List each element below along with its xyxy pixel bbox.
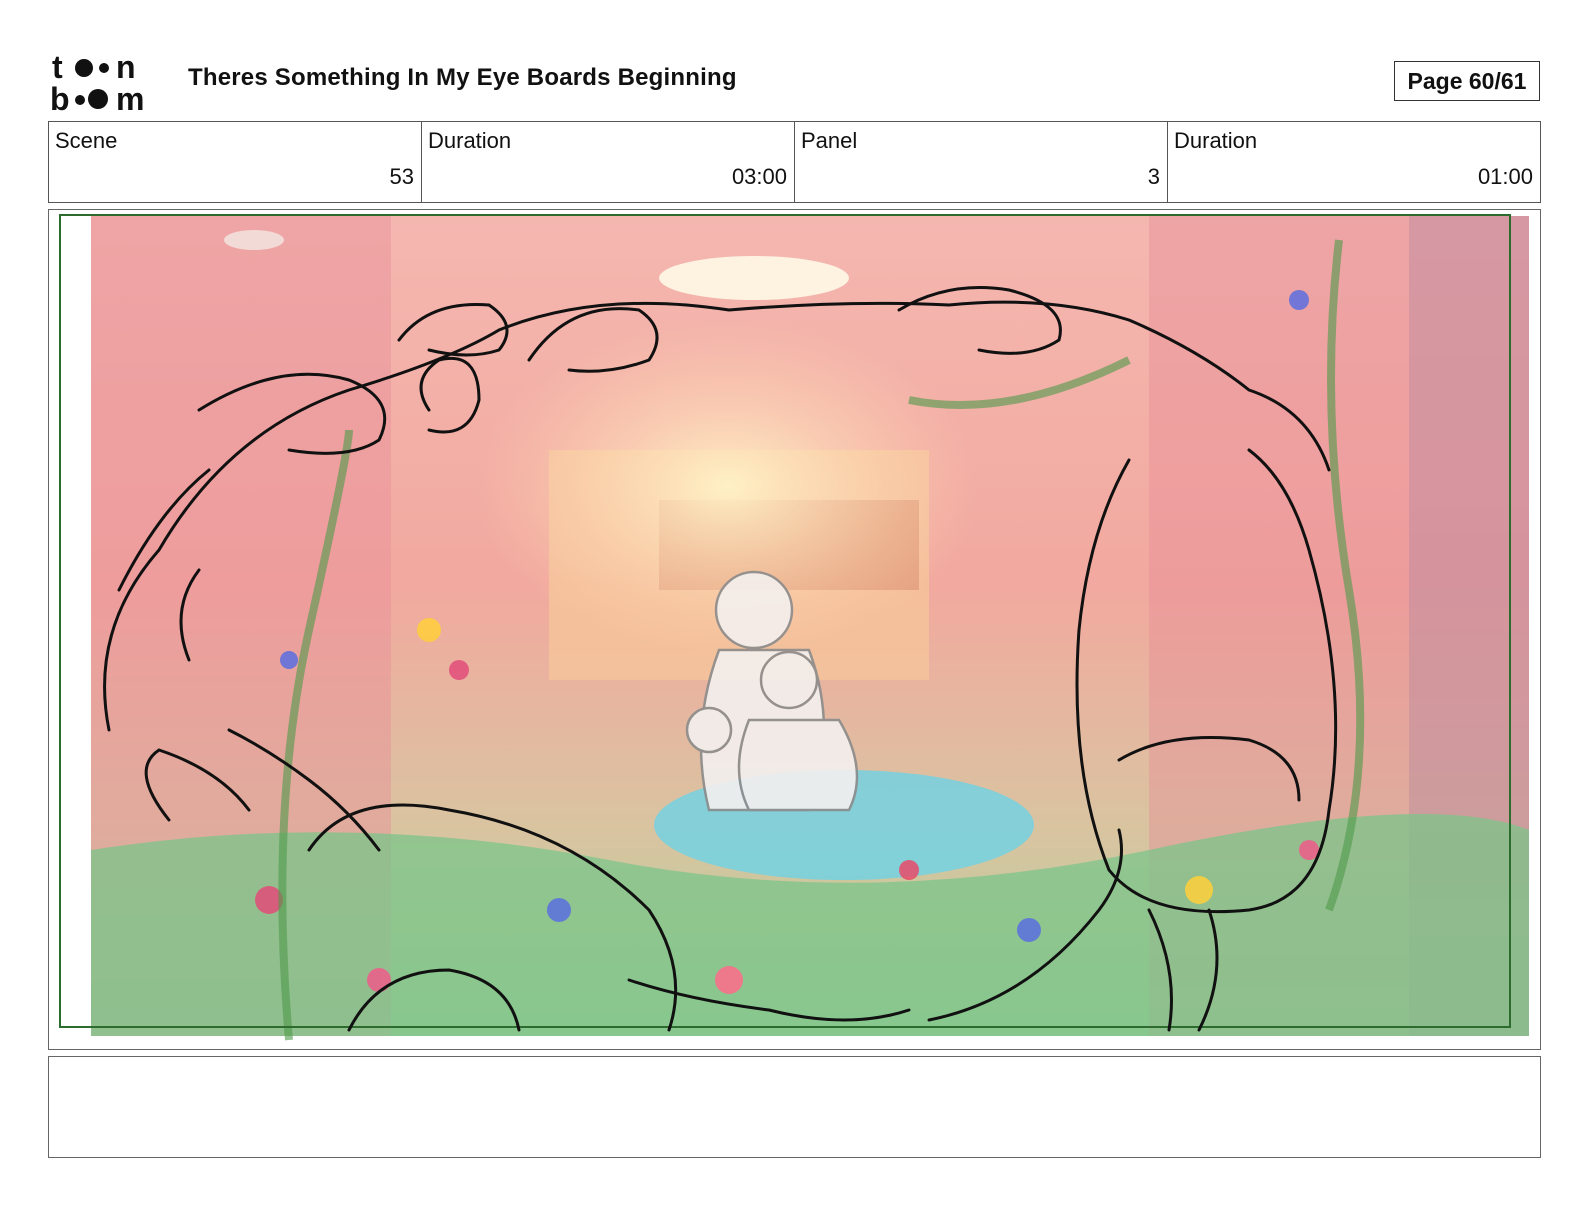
- storyboard-panel[interactable]: [48, 209, 1541, 1050]
- project-title: Theres Something In My Eye Boards Beginn…: [188, 64, 737, 91]
- panel-value: 3: [1147, 164, 1160, 189]
- scene-cell: Scene 53: [49, 122, 422, 202]
- ceiling-light: [659, 256, 849, 300]
- svg-text:b: b: [50, 81, 70, 114]
- panel-notes[interactable]: [48, 1056, 1541, 1158]
- page-indicator: Page 60/61: [1394, 61, 1540, 101]
- scene-info-table: Scene 53 Duration 03:00 Panel 3 Duration…: [48, 121, 1541, 203]
- scene-duration-value: 03:00: [731, 164, 787, 189]
- panel-artwork: [59, 214, 1529, 1041]
- scene-label: Scene: [55, 128, 118, 153]
- svg-text:m: m: [116, 81, 144, 114]
- panel-cell: Panel 3: [795, 122, 1168, 202]
- panel-duration-value: 01:00: [1477, 164, 1533, 189]
- scene-value: 53: [389, 164, 414, 189]
- svg-text:t: t: [52, 50, 63, 85]
- panel-label: Panel: [801, 128, 858, 153]
- toonboom-logo: t n b m: [50, 50, 144, 114]
- scene-duration-label: Duration: [428, 128, 512, 153]
- panel-duration-cell: Duration 01:00: [1168, 122, 1540, 202]
- svg-text:n: n: [116, 50, 136, 85]
- panel-duration-label: Duration: [1174, 128, 1258, 153]
- scene-duration-cell: Duration 03:00: [422, 122, 795, 202]
